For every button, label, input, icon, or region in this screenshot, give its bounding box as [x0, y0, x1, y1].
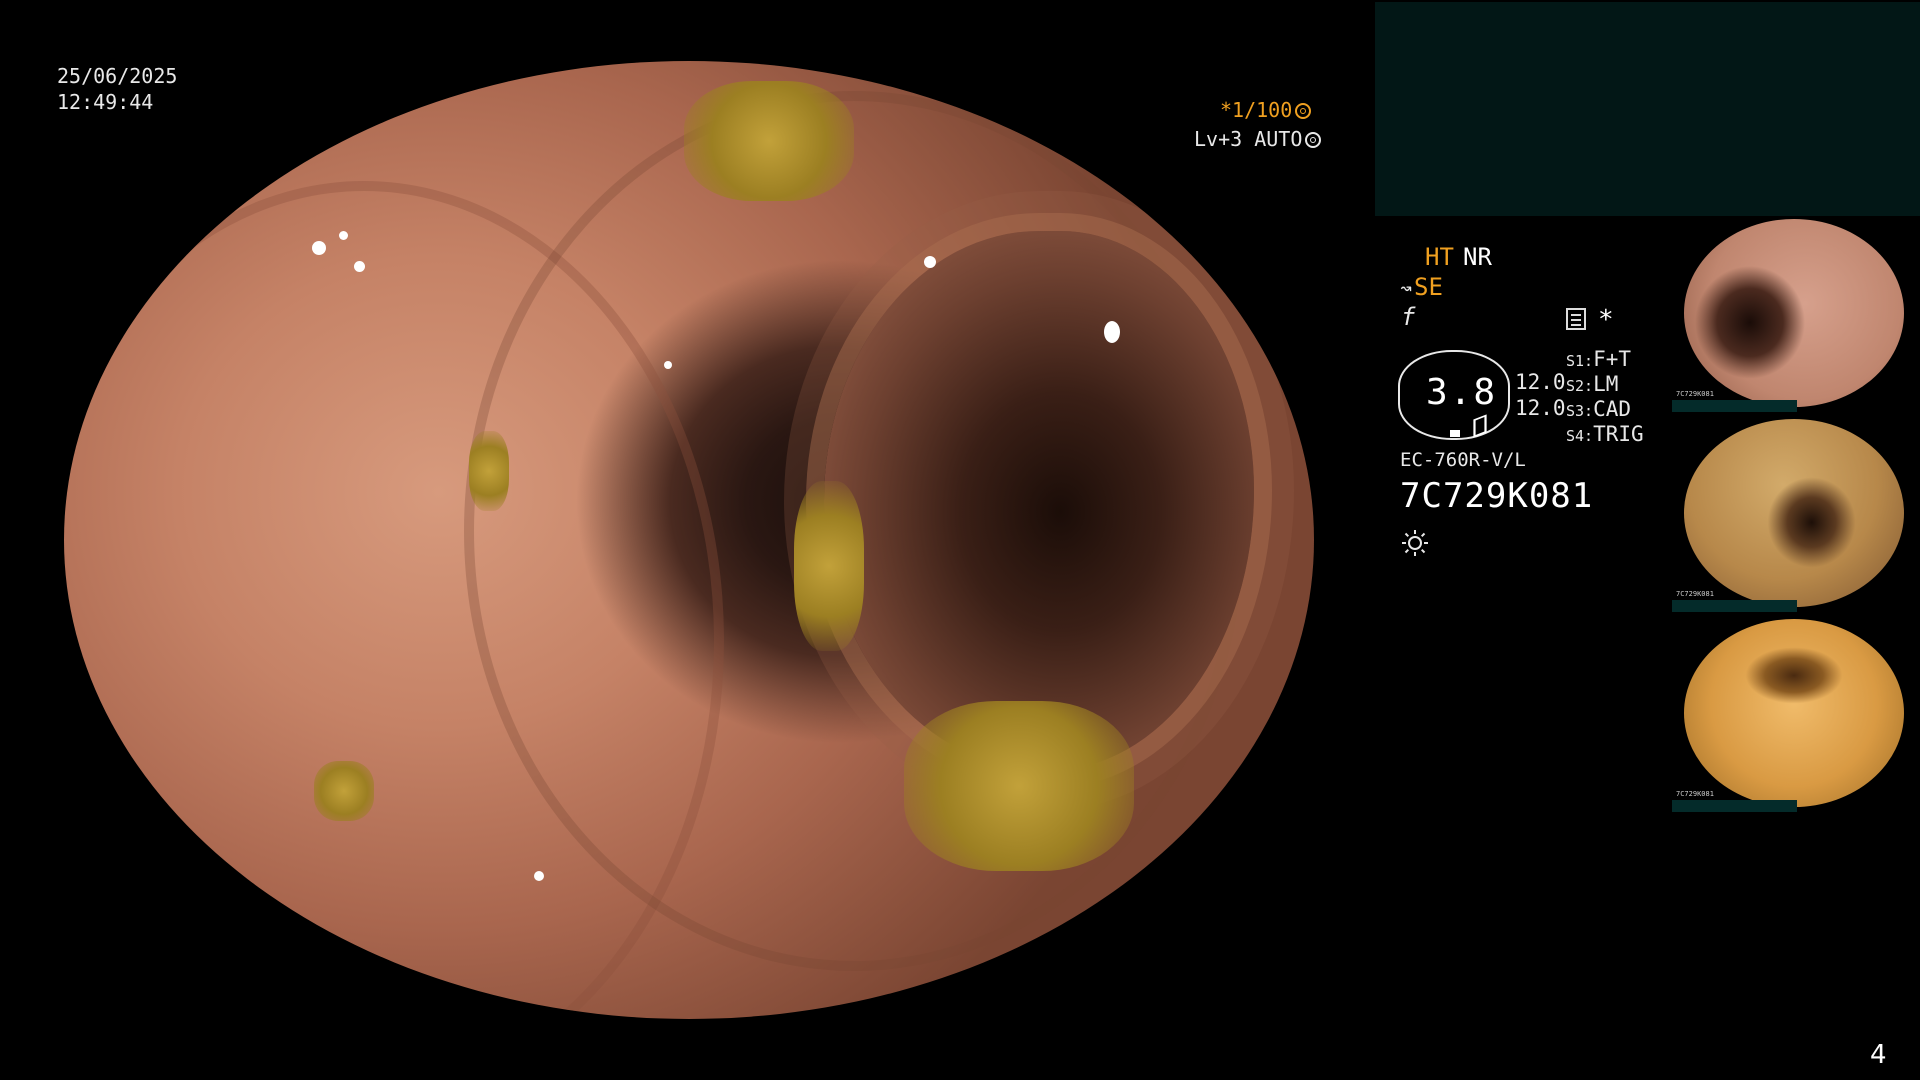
specular-highlight [664, 361, 672, 369]
mode-ht: HT [1425, 243, 1454, 271]
endoscope-image [64, 61, 1314, 1019]
menu-icon [1566, 308, 1586, 330]
specular-highlight [534, 871, 544, 881]
colon-lumen [824, 231, 1254, 771]
aperture-icon [1295, 103, 1312, 119]
thumbnail-serial: 7C729K081 [1676, 590, 1714, 598]
time-label: 12:49:44 [57, 90, 154, 114]
stool-residue [469, 431, 509, 511]
thumbnail-image [1684, 219, 1904, 407]
scope-serial: 7C729K081 [1400, 476, 1594, 516]
auto-iris-icon [1305, 132, 1322, 148]
date-label: 25/06/2025 [57, 64, 178, 88]
thumbnail-image [1684, 619, 1904, 807]
sun-icon [1402, 530, 1428, 556]
scope-model: EC-760R-V/L [1400, 449, 1526, 471]
timestamp: 25/06/2025 12:49:44 [57, 63, 177, 115]
stool-residue [794, 481, 864, 651]
thumbnail-2[interactable]: 7C729K081 [1672, 417, 1917, 612]
thumbnail-1[interactable]: 7C729K081 [1672, 217, 1917, 412]
page-number: 4 [1870, 1040, 1887, 1070]
thumbnail-serial: 7C729K081 [1676, 390, 1714, 398]
ratio-value: 3.8 [1426, 372, 1498, 413]
thumbnail-3[interactable]: 7C729K081 [1672, 617, 1917, 812]
switch-3: S3:CAD [1566, 397, 1632, 421]
switch-4: S4:TRIG [1566, 422, 1644, 446]
brightness-level: Lv+3 AUTO [1194, 127, 1322, 151]
ratio-marker [1450, 430, 1460, 437]
level-label: Lv+3 AUTO [1194, 127, 1303, 151]
shutter-label: *1/100 [1220, 98, 1293, 122]
info-panel-header [1375, 2, 1920, 216]
stool-residue [904, 701, 1134, 871]
switch-1: S1:F+T [1566, 347, 1632, 371]
thumbnail-bar [1672, 400, 1797, 412]
mode-nr: NR [1463, 243, 1492, 271]
thumbnail-serial: 7C729K081 [1676, 790, 1714, 798]
thumbnail-bar [1672, 800, 1797, 812]
mode-se: ↝SE [1400, 273, 1443, 301]
specular-highlight [312, 241, 326, 255]
specular-highlight [339, 231, 348, 240]
thumbnail-bar [1672, 600, 1797, 612]
asterisk-marker: * [1598, 305, 1614, 335]
stool-residue [684, 81, 854, 201]
specular-highlight [1104, 321, 1120, 343]
insertion-arrow-icon: ↝ [1400, 276, 1413, 300]
thumbnail-image [1684, 419, 1904, 607]
specular-highlight [924, 256, 936, 268]
shutter-speed: *1/100 [1220, 98, 1312, 122]
stool-residue [314, 761, 374, 821]
f-symbol: f [1401, 303, 1416, 331]
value-1: 12.0 [1515, 370, 1566, 394]
mode-se-label: SE [1414, 273, 1443, 301]
switch-2: S2:LM [1566, 372, 1619, 396]
specular-highlight [354, 261, 365, 272]
value-2: 12.0 [1515, 396, 1566, 420]
